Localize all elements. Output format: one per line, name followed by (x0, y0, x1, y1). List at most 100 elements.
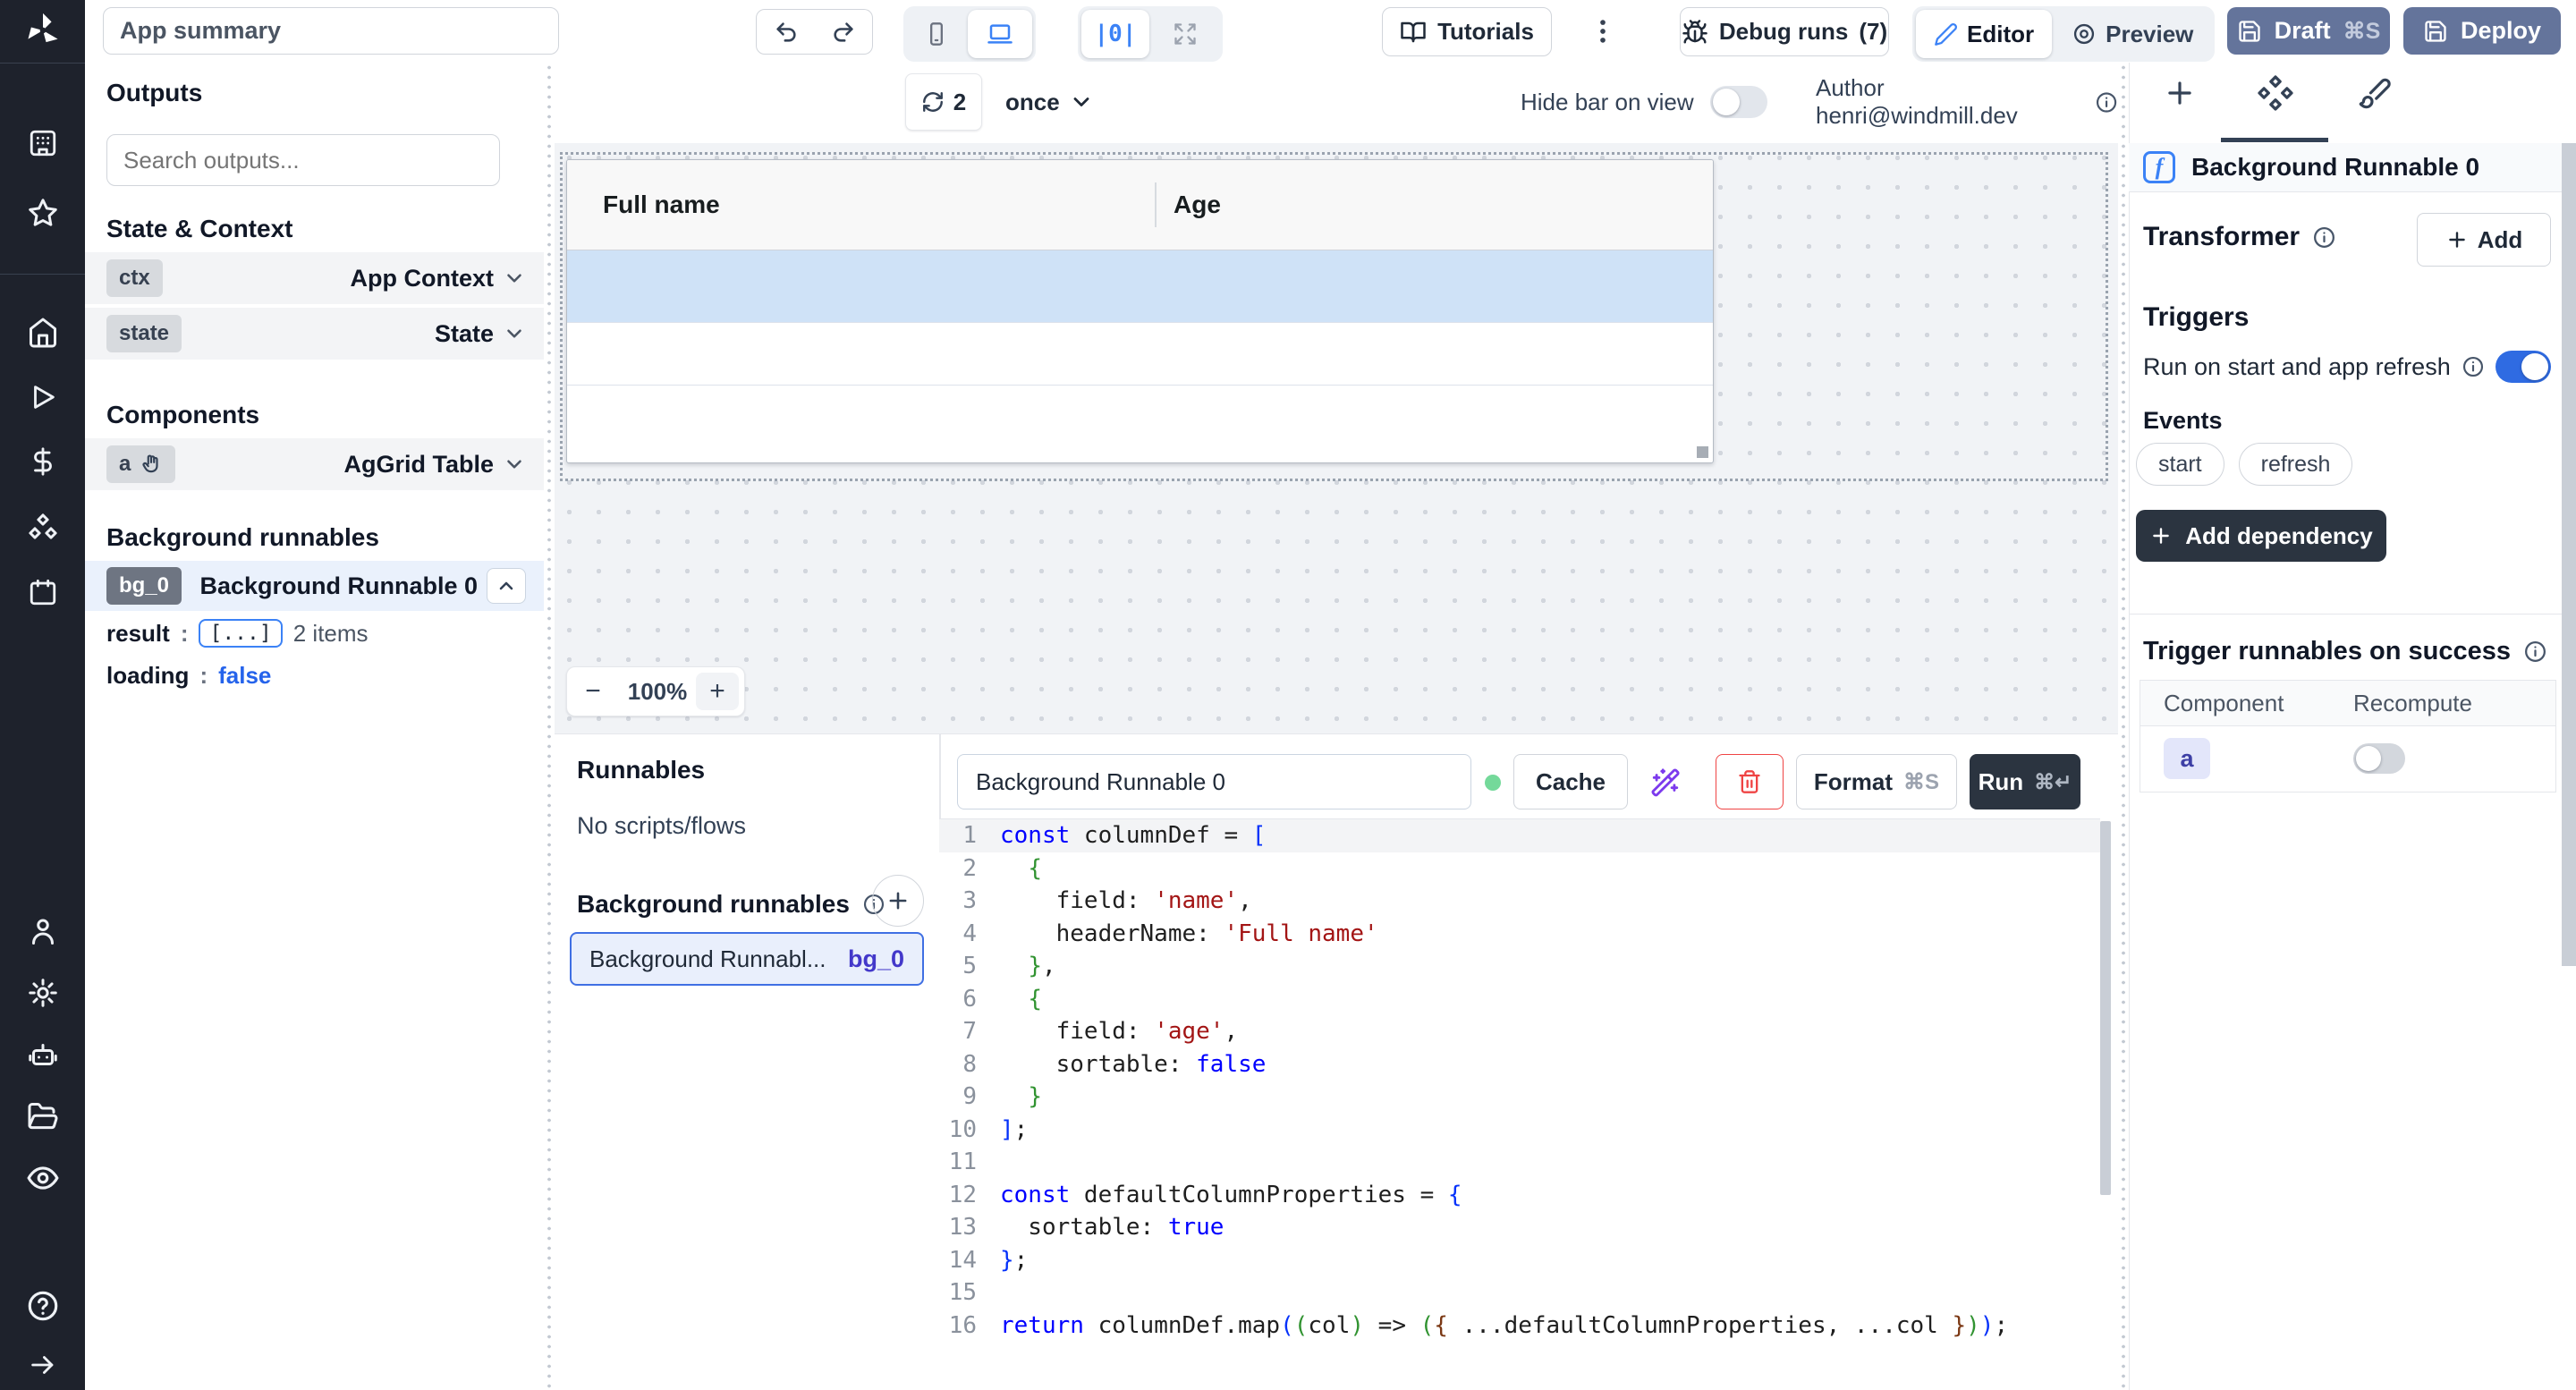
cache-button[interactable]: Cache (1513, 754, 1628, 809)
code-line[interactable]: 4 headerName: 'Full name' (939, 918, 2100, 951)
debug-runs-count: (7) (1859, 18, 1887, 46)
home-icon[interactable] (0, 309, 85, 356)
add-transformer-button[interactable]: Add (2417, 213, 2551, 267)
ai-assist-button[interactable] (1650, 767, 1681, 798)
output-row-bg0[interactable]: bg_0 Background Runnable 0 (85, 561, 544, 611)
favorites-star-icon[interactable] (0, 190, 85, 236)
code-editor-scrollbar[interactable] (2100, 821, 2111, 1195)
code-line[interactable]: 8 sortable: false (939, 1048, 2100, 1081)
output-row-state[interactable]: state State (85, 308, 544, 360)
refresh-runnables-button[interactable]: 2 (905, 73, 982, 131)
resources-boxes-icon[interactable] (0, 504, 85, 551)
add-background-runnable-button[interactable] (872, 875, 924, 927)
redo-button[interactable] (814, 9, 873, 55)
runnables-title: Runnables (577, 756, 705, 784)
user-icon[interactable] (0, 908, 85, 954)
layout-toggle-group: |0| (1078, 6, 1223, 62)
table-header-cell[interactable]: Age (1174, 160, 1221, 250)
table-header-cell[interactable]: Full name (603, 160, 720, 250)
table-row-selected[interactable] (567, 250, 1713, 323)
delete-runnable-button[interactable] (1716, 754, 1784, 809)
settings-gear-icon[interactable] (0, 970, 85, 1016)
folders-icon[interactable] (0, 1093, 85, 1140)
canvas-zoom-widget: − 100% + (566, 666, 745, 716)
deploy-button[interactable]: Deploy (2403, 7, 2561, 55)
code-line[interactable]: 5 }, (939, 950, 2100, 983)
code-line[interactable]: 15 (939, 1276, 2100, 1309)
apps-icon[interactable] (0, 120, 85, 166)
insert-component-tab[interactable] (2163, 76, 2197, 110)
audit-eye-icon[interactable] (0, 1155, 85, 1201)
debug-runs-button[interactable]: Debug runs (7) (1680, 7, 1889, 56)
author-info: Author henri@windmill.dev (1816, 73, 2118, 131)
code-line[interactable]: 3 field: 'name', (939, 885, 2100, 918)
collapse-output-button[interactable] (487, 568, 526, 604)
styling-tab[interactable] (2358, 76, 2392, 110)
chevron-down-icon[interactable] (503, 267, 526, 290)
fullwidth-layout-button[interactable] (1151, 10, 1219, 58)
add-dependency-button[interactable]: Add dependency (2136, 510, 2386, 562)
panel-resize-handle-right[interactable] (2118, 63, 2129, 1390)
tutorials-button[interactable]: Tutorials (1382, 7, 1552, 56)
editor-tab[interactable]: Editor (1916, 10, 2052, 58)
code-line[interactable]: 13 sortable: true (939, 1211, 2100, 1244)
zoom-in-button[interactable]: + (696, 673, 739, 710)
runs-play-icon[interactable] (0, 374, 85, 420)
code-line[interactable]: 1const columnDef = [ (939, 819, 2100, 852)
output-row-ctx[interactable]: ctx App Context (85, 252, 544, 304)
expand-sidebar-arrow-icon[interactable] (0, 1342, 85, 1388)
code-line[interactable]: 14}; (939, 1244, 2100, 1277)
mobile-view-button[interactable] (907, 10, 966, 58)
panel-resize-handle-left[interactable] (544, 63, 555, 1390)
code-line[interactable]: 12const defaultColumnProperties = { (939, 1179, 2100, 1212)
refresh-mode-dropdown[interactable]: once (1005, 73, 1094, 131)
code-line[interactable]: 10]; (939, 1114, 2100, 1147)
table-resize-handle[interactable] (1697, 446, 1708, 458)
table-row[interactable] (567, 323, 1713, 386)
info-icon[interactable] (2523, 640, 2547, 664)
workers-robot-icon[interactable] (0, 1031, 85, 1078)
right-panel-scrollbar[interactable] (2562, 143, 2576, 966)
centered-layout-button[interactable]: |0| (1081, 10, 1149, 58)
code-line[interactable]: 6 { (939, 983, 2100, 1016)
code-line[interactable]: 2 { (939, 852, 2100, 886)
variables-dollar-icon[interactable] (0, 438, 85, 485)
chevron-down-icon[interactable] (503, 322, 526, 345)
app-summary-input[interactable] (103, 7, 559, 55)
chevron-down-icon[interactable] (503, 453, 526, 476)
info-icon[interactable] (2312, 225, 2336, 250)
more-menu-button[interactable] (1588, 15, 1618, 47)
column-separator[interactable] (1155, 182, 1157, 227)
code-line[interactable]: 7 field: 'age', (939, 1015, 2100, 1048)
help-icon[interactable] (0, 1283, 85, 1329)
aggrid-table-component[interactable]: Full name Age (566, 159, 1714, 463)
hide-bar-toggle[interactable] (1710, 86, 1767, 118)
result-expand-chip[interactable]: [...] (199, 619, 282, 648)
info-icon[interactable] (2095, 90, 2118, 114)
code-editor[interactable]: 1const columnDef = [2 {3 field: 'name',4… (939, 818, 2100, 1390)
run-on-start-toggle[interactable] (2496, 351, 2551, 383)
windmill-logo-icon[interactable] (0, 7, 85, 54)
draft-button[interactable]: Draft ⌘S (2227, 7, 2390, 55)
format-button[interactable]: Format ⌘S (1796, 754, 1957, 809)
runnable-name-input[interactable] (957, 754, 1471, 809)
recompute-toggle[interactable] (2353, 743, 2405, 774)
code-line[interactable]: 11 (939, 1146, 2100, 1179)
component-a-chip[interactable]: a (2164, 738, 2210, 779)
undo-button[interactable] (756, 9, 816, 55)
search-outputs-input[interactable] (106, 134, 500, 186)
output-row-component-a[interactable]: a AgGrid Table (85, 438, 544, 490)
desktop-view-button[interactable] (968, 10, 1032, 58)
zoom-out-button[interactable]: − (567, 676, 619, 707)
plus-icon (2445, 228, 2469, 251)
info-icon[interactable] (2462, 355, 2485, 378)
run-button[interactable]: Run ⌘↵ (1970, 754, 2080, 809)
code-line[interactable]: 16return columnDef.map((col) => ({ ...de… (939, 1309, 2100, 1343)
settings-tab-selected[interactable] (2256, 73, 2295, 113)
background-runnable-list-item[interactable]: Background Runnabl... bg_0 (570, 932, 924, 986)
code-line[interactable]: 9 } (939, 1081, 2100, 1114)
schedules-calendar-icon[interactable] (0, 569, 85, 615)
preview-tab[interactable]: Preview (2054, 10, 2211, 58)
component-a-label: AgGrid Table (343, 451, 494, 479)
trash-icon (1737, 769, 1762, 794)
